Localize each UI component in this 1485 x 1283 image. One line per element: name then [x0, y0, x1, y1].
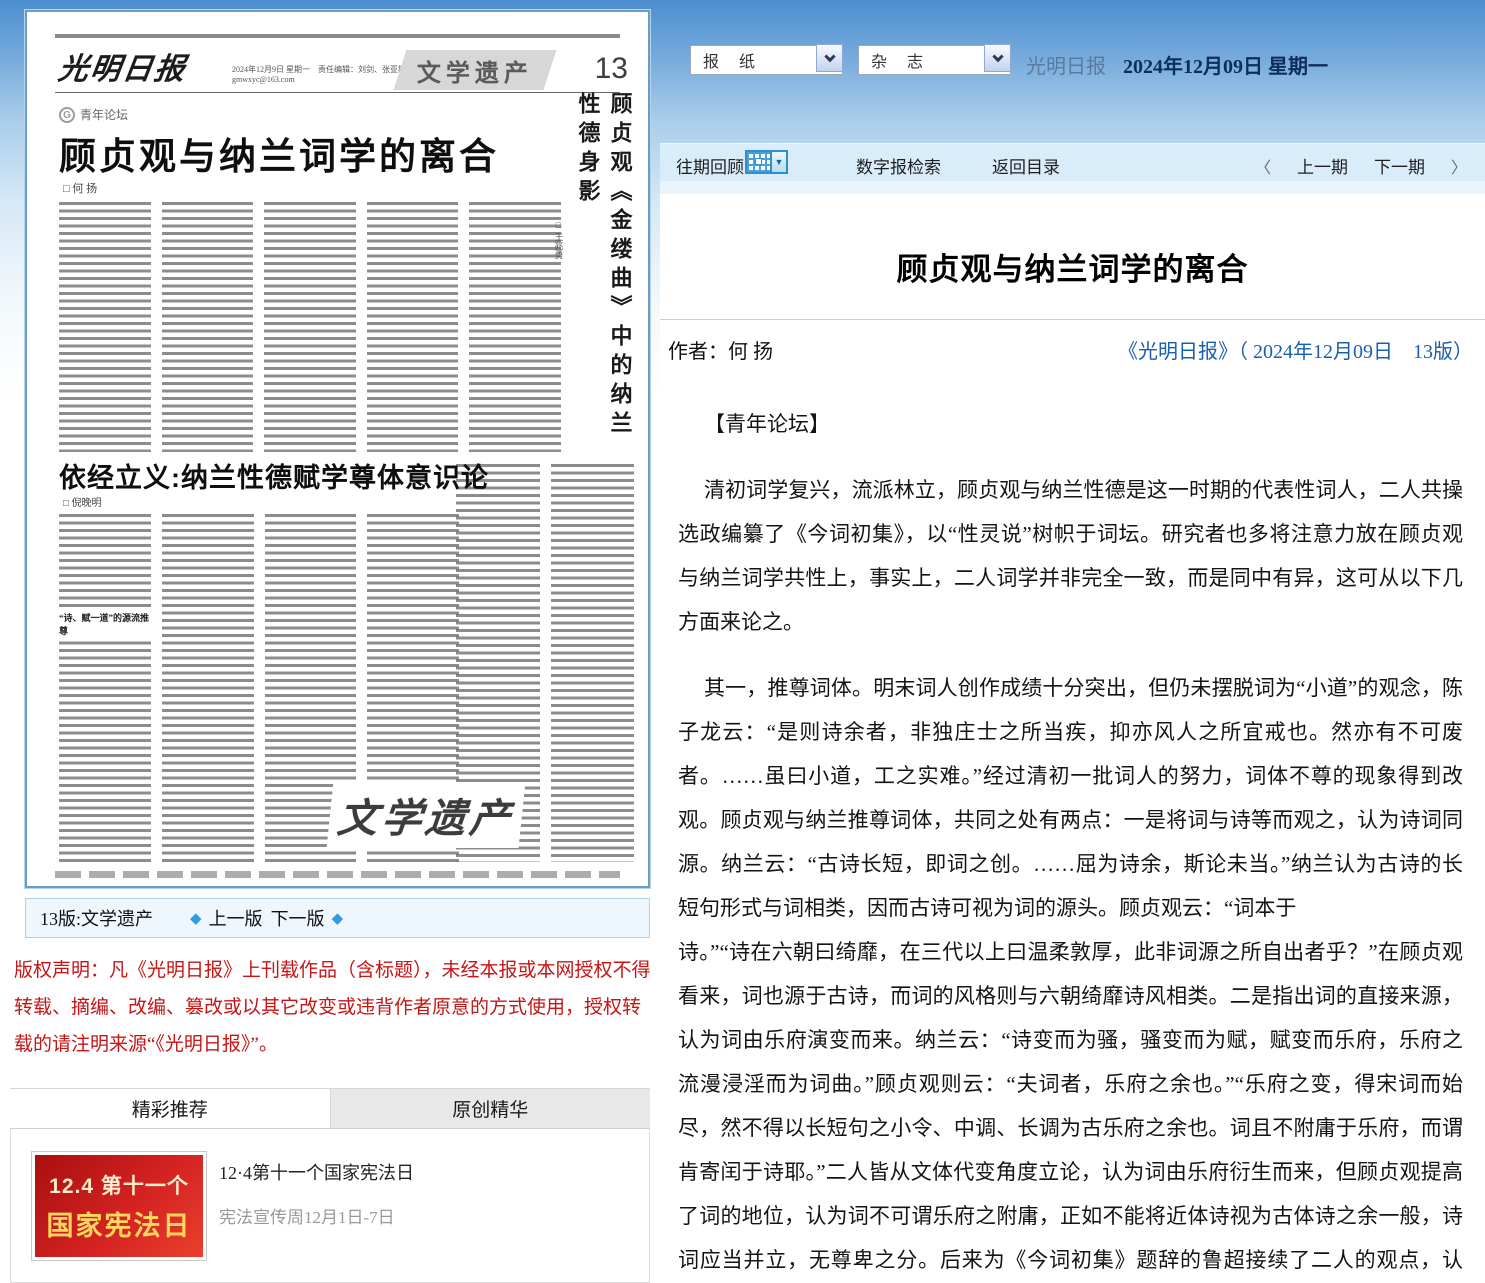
paper-footer-line	[55, 871, 620, 878]
promo-image-line2: 国家宪法日	[47, 1204, 192, 1243]
greek-text-column	[551, 464, 635, 862]
paper-article2-author: □ 倪晚明	[63, 494, 102, 509]
paper-article2-subhead: “诗、赋一道”的源流推尊	[59, 610, 155, 640]
page-pager-bar: 13版:文学遗产 ◆ 上一版 下一版 ◆	[25, 898, 650, 938]
masthead-date: 光明日报 2024年12月09日 星期一	[1026, 50, 1328, 79]
nav-history-link[interactable]: 往期回顾	[676, 153, 744, 178]
tab-original[interactable]: 原创精华	[330, 1089, 651, 1128]
current-page-label: 13版:文学遗产	[40, 905, 153, 931]
chevron-down-icon[interactable]	[984, 44, 1011, 72]
greek-text-column	[162, 514, 254, 862]
paper-masthead-logo: 光明日报	[56, 44, 190, 88]
greek-text-column	[162, 202, 254, 452]
paper-side-article: 顾贞观《金缕曲》中的纳兰性德身影 □ 王兆勇	[554, 92, 634, 454]
greek-text-column	[59, 514, 151, 862]
recommend-panel: 12.4 第十一个 国家宪法日 12·4第十一个国家宪法日 宪法宣传周12月1日…	[10, 1128, 650, 1283]
article-meta: 作者：何 扬 《光明日报》（ 2024年12月09日 13版）	[660, 335, 1485, 364]
g-logo-icon: G	[59, 107, 75, 123]
newspaper-page-image[interactable]: 光明日报 2024年12月9日 星期一 责任编辑：刘剑、张亚雄 美术编辑：朱江 …	[25, 10, 650, 888]
greek-text-column	[469, 202, 561, 452]
promo-image-line1: 12.4 第十一个	[49, 1170, 189, 1200]
constitution-day-image: 12.4 第十一个 国家宪法日	[35, 1155, 203, 1257]
magazine-select[interactable]: 杂 志	[858, 45, 1011, 75]
paper-page-number: 13	[595, 52, 628, 86]
article-paragraph: 清初词学复兴，流派林立，顾贞观与纳兰性德是这一时期的代表性词人，二人共操选政编纂…	[678, 468, 1463, 644]
next-issue-chevron-icon[interactable]: 〉	[1451, 154, 1467, 178]
article-paragraph: 其一，推尊词体。明末词人创作成绩十分突出，但仍未摆脱词为“小道”的观念，陈子龙云…	[678, 666, 1463, 1283]
masthead-name: 光明日报	[1026, 56, 1106, 78]
nav-search-link[interactable]: 数字报检索	[856, 153, 941, 178]
chevron-down-icon[interactable]	[816, 44, 843, 72]
nav-toc-link[interactable]: 返回目录	[992, 153, 1060, 178]
article-author: 作者：何 扬	[668, 335, 773, 364]
promo-thumbnail[interactable]: 12.4 第十一个 国家宪法日	[31, 1151, 207, 1261]
paper-section-label: 文学遗产	[394, 50, 557, 90]
prev-page-link[interactable]: 上一版	[209, 905, 263, 931]
article-title: 顾贞观与纳兰词学的离合	[660, 244, 1485, 289]
title-divider	[660, 319, 1485, 320]
next-page-icon: ◆	[332, 909, 344, 928]
paper-article1-headline: 顾贞观与纳兰词学的离合	[59, 126, 499, 180]
paper-article1-columns	[59, 202, 561, 452]
bottom-tabs: 精彩推荐 原创精华	[10, 1088, 650, 1128]
reader-toolbar: 往期回顾 ▼ 数字报检索 返回目录 〈 上一期 下一期 〉	[660, 143, 1485, 181]
prev-page-icon: ◆	[190, 909, 202, 928]
greek-text-column	[264, 202, 356, 452]
issue-pager: 〈 上一期 下一期 〉	[1255, 153, 1467, 178]
prev-issue-chevron-icon[interactable]: 〈	[1255, 154, 1271, 178]
paper-side-headline: 顾贞观《金缕曲》中的纳兰性德身影	[572, 92, 636, 454]
masthead-top-rule	[55, 34, 620, 38]
greek-text-column	[367, 202, 459, 452]
promo-title-link[interactable]: 12·4第十一个国家宪法日	[219, 1159, 414, 1185]
paper-select[interactable]: 报 纸	[690, 45, 843, 75]
article-body: 【青年论坛】清初词学复兴，流派林立，顾贞观与纳兰性德是这一时期的代表性词人，二人…	[678, 402, 1463, 1283]
next-issue-link[interactable]: 下一期	[1374, 153, 1425, 178]
paper-side-author: □ 王兆勇	[553, 220, 566, 454]
calendar-dropdown-icon[interactable]: ▼	[772, 150, 788, 174]
reader-panel: 报 纸 杂 志 光明日报 2024年12月09日 星期一 往期回顾 ▼ 数字报检…	[660, 0, 1485, 1283]
tab-recommend[interactable]: 精彩推荐	[10, 1089, 330, 1128]
promo-subtitle: 宪法宣传周12月1日-7日	[219, 1203, 395, 1228]
calendar-icon[interactable]	[745, 150, 772, 174]
prev-issue-link[interactable]: 上一期	[1297, 153, 1348, 178]
newspaper-page-facsimile: 光明日报 2024年12月9日 星期一 责任编辑：刘剑、张亚雄 美术编辑：朱江 …	[27, 12, 648, 886]
issue-date: 2024年12月09日 星期一	[1123, 56, 1328, 78]
article-paragraph: 【青年论坛】	[678, 402, 1463, 446]
next-page-link[interactable]: 下一版	[271, 905, 325, 931]
youth-forum-tag: G 青年论坛	[59, 106, 128, 123]
article-source: 《光明日报》（ 2024年12月09日 13版）	[1118, 335, 1473, 364]
calendar-picker[interactable]: ▼	[745, 150, 788, 174]
article-view: 顾贞观与纳兰词学的离合 作者：何 扬 《光明日报》（ 2024年12月09日 1…	[660, 194, 1485, 1283]
toolbar-bottom-strip	[660, 181, 1485, 194]
paper-calligraphy: 文学遗产	[327, 782, 526, 848]
copyright-notice: 版权声明：凡《光明日报》上刊载作品（含标题），未经本报或本网授权不得转载、摘编、…	[14, 952, 654, 1063]
paper-article1-author: □ 何 扬	[63, 180, 97, 196]
masthead-bottom-rule	[55, 92, 620, 93]
greek-text-column	[59, 202, 151, 452]
paper-article2-headline: 依经立义:纳兰性德赋学尊体意识论	[59, 456, 489, 495]
